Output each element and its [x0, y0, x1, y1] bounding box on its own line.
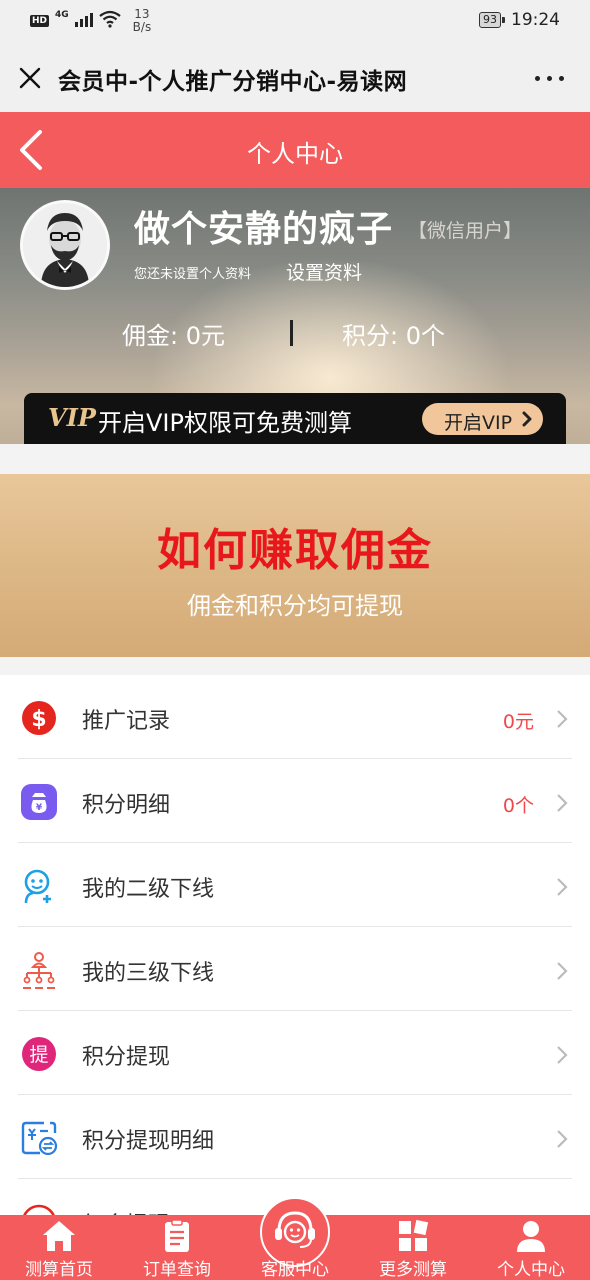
nav-more[interactable]: 更多测算	[354, 1215, 472, 1280]
avatar[interactable]	[20, 200, 110, 290]
network-speed: 13 B/s	[133, 8, 152, 34]
chevron-right-icon	[557, 794, 568, 812]
browser-title-bar: 会员中-个人推广分销中心-易读网	[0, 44, 590, 112]
chevron-right-icon	[557, 710, 568, 728]
home-icon	[43, 1221, 75, 1251]
bottom-nav: 测算首页 订单查询 客服中心 更多测算 个人中心	[0, 1197, 590, 1280]
profile-banner: 做个安静的疯子 【微信用户】 您还未设置个人资料 设置资料 佣金: 0元 积分:…	[0, 188, 590, 444]
open-vip-button[interactable]: 开启VIP	[422, 403, 543, 435]
menu-item-label: 推广记录	[82, 709, 171, 734]
avatar-image	[23, 203, 107, 287]
money-bag-icon: ¥	[21, 784, 57, 820]
battery-icon: 93	[479, 12, 505, 28]
user-add-icon	[24, 869, 51, 904]
commission-balance: 佣金: 0元	[122, 322, 225, 350]
nav-label: 订单查询	[143, 1260, 211, 1280]
more-options-icon[interactable]	[535, 76, 564, 81]
user-type-tag: 【微信用户】	[408, 220, 523, 242]
menu-item-label: 我的三级下线	[82, 961, 215, 986]
menu-item-level2-downline[interactable]: 我的二级下线	[0, 843, 590, 927]
menu-item-points-withdraw[interactable]: 提 积分提现	[0, 1011, 590, 1095]
dollar-icon: $	[22, 701, 56, 735]
nav-customer-service[interactable]: 客服中心	[236, 1197, 354, 1280]
menu-item-label: 积分提现明细	[82, 1129, 215, 1154]
menu-item-value: 0元	[502, 711, 534, 733]
page-title: 会员中-个人推广分销中心-易读网	[58, 69, 408, 95]
speed-unit: B/s	[132, 20, 152, 34]
menu-item-label: 我的二级下线	[82, 877, 215, 902]
status-bar: HD 4G 13 B/s 93 19:24	[0, 0, 590, 44]
balance-stats: 佣金: 0元 积分: 0个	[0, 316, 590, 350]
wifi-icon	[98, 10, 121, 28]
chevron-right-icon	[557, 1130, 568, 1148]
menu-item-points-details[interactable]: ¥ 积分明细 0个	[0, 759, 590, 843]
menu-item-promotion-records[interactable]: $ 推广记录 0元	[0, 675, 590, 759]
svg-text:$: $	[31, 707, 46, 732]
open-vip-label: 开启VIP	[444, 412, 513, 434]
chevron-right-icon	[557, 962, 568, 980]
signal-icon	[74, 11, 93, 27]
earn-title: 如何赚取佣金	[157, 525, 433, 576]
headset-icon	[275, 1211, 315, 1248]
org-chart-icon	[23, 952, 55, 989]
app-header: 个人中心	[0, 112, 590, 188]
menu-item-label: 佣金提现	[82, 1207, 170, 1215]
nav-label: 个人中心	[497, 1260, 565, 1280]
points-balance: 积分: 0个	[342, 322, 445, 350]
nav-label: 测算首页	[25, 1260, 93, 1280]
menu-list: $ 推广记录 0元 ¥ 积分明细 0个 我的二级下线 我的三级下线 提 积分提现…	[0, 675, 590, 1215]
nav-orders[interactable]: 订单查询	[118, 1215, 236, 1280]
chevron-right-icon	[557, 1046, 568, 1064]
apps-grid-icon	[399, 1219, 429, 1251]
clock: 19:24	[511, 10, 560, 30]
nav-profile[interactable]: 个人中心	[472, 1215, 590, 1280]
stats-divider	[290, 320, 293, 346]
close-icon[interactable]	[18, 66, 42, 90]
earn-commission-banner[interactable]: 如何赚取佣金 佣金和积分均可提现	[0, 474, 590, 657]
menu-item-value: 0个	[502, 795, 534, 817]
network-type: 4G	[55, 10, 69, 20]
setup-profile-link[interactable]: 设置资料	[286, 258, 362, 285]
exchange-icon	[21, 1121, 58, 1156]
menu-item-label: 积分明细	[82, 793, 171, 818]
user-name: 做个安静的疯子	[134, 209, 394, 250]
chevron-right-icon	[522, 411, 532, 427]
vip-bar[interactable]: VIP 开启VIP权限可免费测算 开启VIP	[24, 393, 566, 444]
nav-label: 客服中心	[261, 1260, 329, 1280]
commission-withdraw-icon	[23, 1204, 55, 1215]
nav-home[interactable]: 测算首页	[0, 1215, 118, 1280]
menu-item-withdraw-details[interactable]: 积分提现明细	[0, 1095, 590, 1179]
vip-logo: VIP	[48, 403, 96, 432]
hd-badge: HD	[30, 15, 50, 27]
svg-text:¥: ¥	[36, 803, 43, 813]
vip-promo-text: 开启VIP权限可免费测算	[98, 409, 352, 437]
profile-hint: 您还未设置个人资料	[134, 267, 252, 282]
withdraw-icon: 提	[22, 1037, 56, 1071]
chevron-right-icon	[557, 878, 568, 896]
earn-subtitle: 佣金和积分均可提现	[187, 592, 403, 620]
header-title: 个人中心	[247, 140, 343, 168]
svg-text:提: 提	[29, 1044, 48, 1066]
user-icon	[517, 1221, 545, 1252]
menu-item-level3-downline[interactable]: 我的三级下线	[0, 927, 590, 1011]
clipboard-icon	[165, 1219, 189, 1252]
menu-item-label: 积分提现	[82, 1045, 171, 1070]
nav-label: 更多测算	[379, 1260, 447, 1280]
